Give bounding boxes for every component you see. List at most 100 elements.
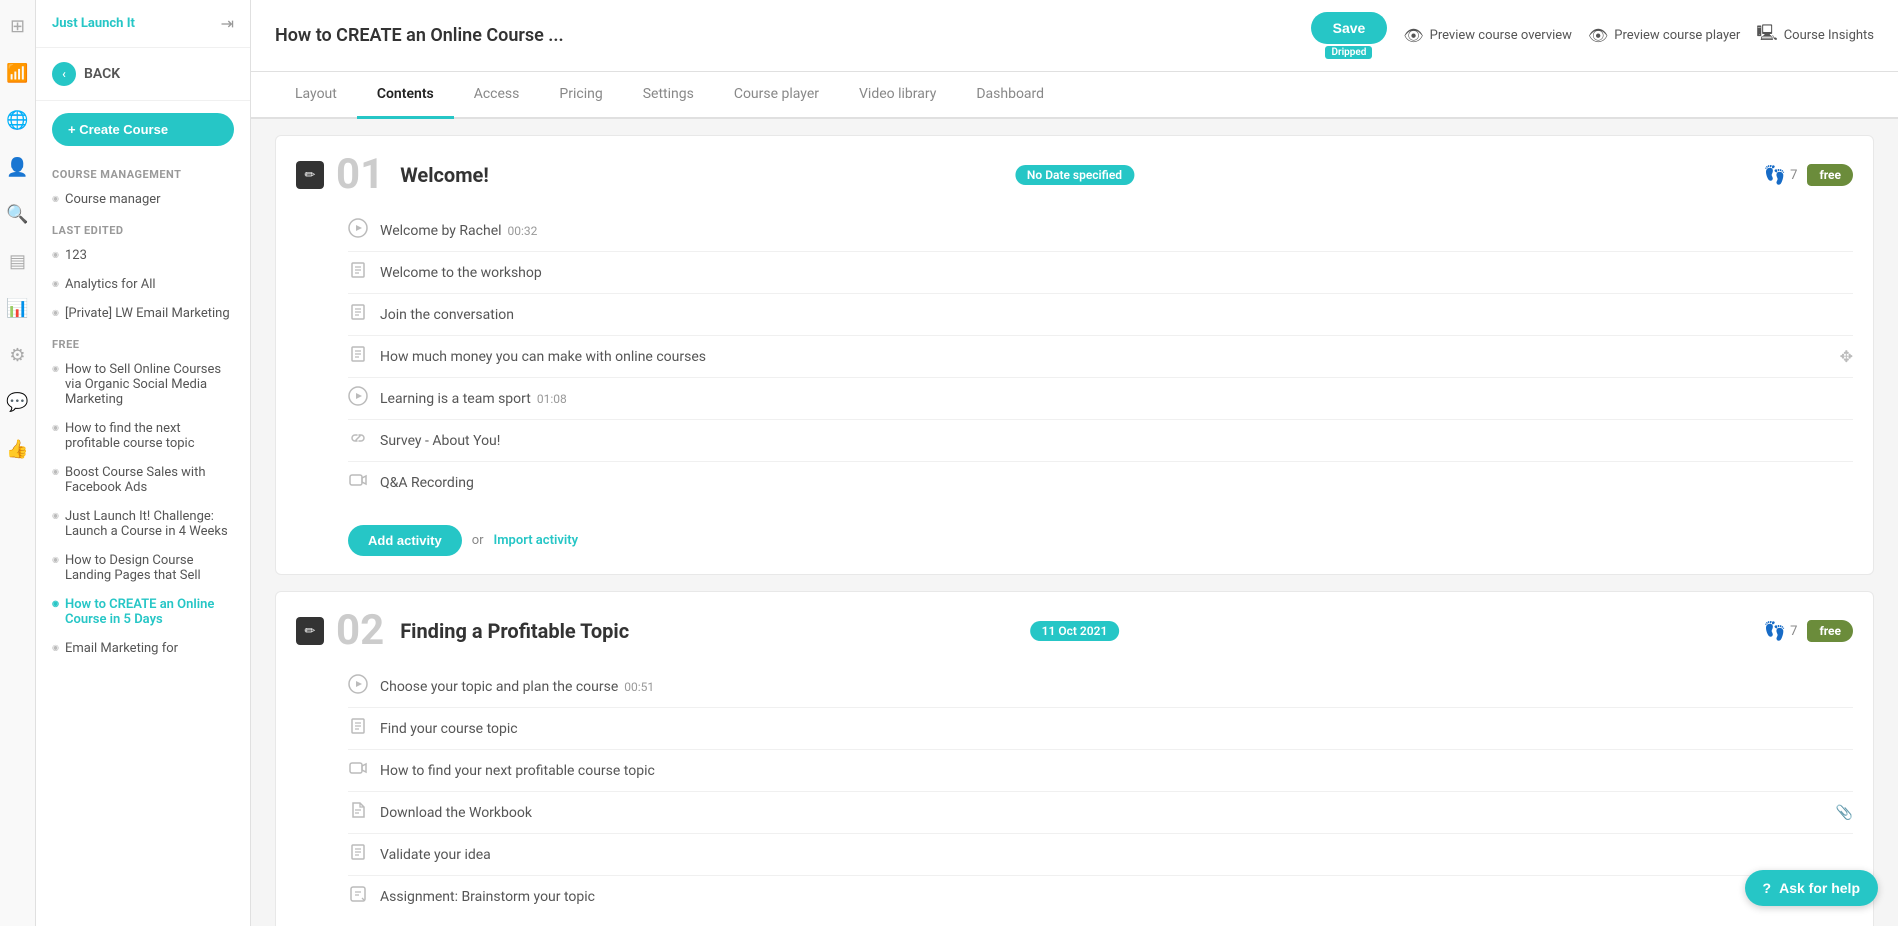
sidebar-item[interactable]: ◉How to find the next profitable course … <box>36 414 250 458</box>
activity-text: Download the Workbook <box>380 805 1824 821</box>
sidebar-bullet: ◉ <box>52 250 59 259</box>
preview-overview-label: Preview course overview <box>1430 28 1572 43</box>
sidebar-sections: COURSE MANAGEMENT◉Course managerLAST EDI… <box>36 158 250 663</box>
thumbsup-icon[interactable]: 👍 <box>2 435 32 464</box>
ask-help-button[interactable]: ? Ask for help <box>1745 870 1878 906</box>
sidebar-item[interactable]: ◉How to CREATE an Online Course in 5 Day… <box>36 590 250 634</box>
search-icon[interactable]: 🔍 <box>2 200 32 229</box>
sidebar-item-text: Analytics for All <box>65 277 156 292</box>
tab-layout[interactable]: Layout <box>275 72 357 119</box>
sidebar-logo-area: Just Launch It ⇥ <box>36 0 250 48</box>
tabs-bar: LayoutContentsAccessPricingSettingsCours… <box>251 72 1898 119</box>
course-section: ✏ 02 Finding a Profitable Topic 11 Oct 2… <box>275 591 1874 926</box>
section-number: 01 <box>336 154 384 196</box>
activity-item[interactable]: Learning is a team sport01:08 <box>348 378 1853 420</box>
insights-icon: 🖳 <box>1756 22 1777 49</box>
section-number: 02 <box>336 610 384 652</box>
tab-pricing[interactable]: Pricing <box>539 72 622 119</box>
sidebar-bullet: ◉ <box>52 308 59 317</box>
activity-item[interactable]: Q&A Recording <box>348 462 1853 503</box>
tab-access[interactable]: Access <box>454 72 540 119</box>
sidebar-section-label: COURSE MANAGEMENT <box>36 158 250 185</box>
sidebar-section-label: FREE <box>36 328 250 355</box>
activity-item[interactable]: Welcome to the workshop <box>348 252 1853 294</box>
tab-contents[interactable]: Contents <box>357 72 454 119</box>
activity-type-icon <box>348 428 368 453</box>
activity-type-icon <box>348 716 368 741</box>
activity-text: Learning is a team sport01:08 <box>380 391 1853 407</box>
activity-type-icon <box>348 758 368 783</box>
tab-video-library[interactable]: Video library <box>839 72 956 119</box>
activity-type-icon <box>348 302 368 327</box>
drag-handle[interactable]: ✥ <box>1840 347 1853 366</box>
tab-settings[interactable]: Settings <box>623 72 714 119</box>
dripped-badge: Dripped <box>1325 46 1372 59</box>
section-edit-icon[interactable]: ✏ <box>296 617 324 645</box>
activity-item[interactable]: Assignment: Brainstorm your topic 1 ques… <box>348 876 1853 917</box>
save-button-wrap: Save Dripped <box>1311 12 1388 59</box>
block-icon[interactable]: ▤ <box>5 247 30 276</box>
wifi-icon[interactable]: 📶 <box>2 59 32 88</box>
footsteps-count: 7 <box>1790 624 1797 639</box>
globe-icon[interactable]: 🌐 <box>2 106 32 135</box>
back-button[interactable]: ‹ BACK <box>36 48 250 101</box>
gear-icon[interactable]: ⚙ <box>5 341 29 370</box>
layout-icon[interactable]: ⊞ <box>6 12 29 41</box>
page-title: How to CREATE an Online Course ... <box>275 25 564 46</box>
preview-player-action[interactable]: 👁 Preview course player <box>1588 26 1740 45</box>
user-icon[interactable]: 👤 <box>2 153 32 182</box>
activity-item[interactable]: How to find your next profitable course … <box>348 750 1853 792</box>
sidebar-item[interactable]: ◉ How to Sell Online Courses via Organic … <box>36 355 250 414</box>
activity-text: Validate your idea <box>380 847 1853 863</box>
activity-item[interactable]: Download the Workbook 📎 <box>348 792 1853 834</box>
create-course-button[interactable]: + Create Course <box>52 113 234 146</box>
footsteps-badge: 👣 7 <box>1764 165 1798 186</box>
section-edit-icon[interactable]: ✏ <box>296 161 324 189</box>
activity-item[interactable]: Survey - About You! <box>348 420 1853 462</box>
sidebar-item[interactable]: ◉Boost Course Sales with Facebook Ads <box>36 458 250 502</box>
sidebar-item[interactable]: ◉ Analytics for All <box>36 270 250 299</box>
save-button[interactable]: Save <box>1311 12 1388 44</box>
sidebar-item[interactable]: ◉Course manager <box>36 185 250 214</box>
preview-overview-action[interactable]: 👁 Preview course overview <box>1403 26 1572 45</box>
activity-item[interactable]: Find your course topic <box>348 708 1853 750</box>
sidebar-bullet: ◉ <box>52 364 59 373</box>
activity-text: Survey - About You! <box>380 433 1853 449</box>
import-activity-link[interactable]: Import activity <box>494 533 579 548</box>
sidebar: Just Launch It ⇥ ‹ BACK + Create Course … <box>36 0 251 926</box>
sidebar-item-text: 123 <box>65 248 87 263</box>
free-badge: free <box>1807 164 1853 186</box>
add-activity-button[interactable]: Add activity <box>348 525 462 556</box>
tab-dashboard[interactable]: Dashboard <box>956 72 1064 119</box>
sidebar-item-text: How to Sell Online Courses via Organic S… <box>65 362 234 407</box>
sidebar-item[interactable]: ◉Just Launch It! Challenge: Launch a Cou… <box>36 502 250 546</box>
tab-course-player[interactable]: Course player <box>714 72 839 119</box>
activity-item[interactable]: Choose your topic and plan the course00:… <box>348 666 1853 708</box>
activity-item[interactable]: Welcome by Rachel00:32 <box>348 210 1853 252</box>
sidebar-item[interactable]: ◉[Private] LW Email Marketing <box>36 299 250 328</box>
activity-type-icon <box>348 260 368 285</box>
sidebar-item[interactable]: ◉ How to Design Course Landing Pages that… <box>36 546 250 590</box>
course-insights-action[interactable]: 🖳 Course Insights <box>1756 22 1874 49</box>
chart-icon[interactable]: 📊 <box>2 294 32 323</box>
sidebar-item-text: How to Design Course Landing Pages that … <box>65 553 234 583</box>
activity-item[interactable]: Join the conversation <box>348 294 1853 336</box>
sidebar-item-text: How to find the next profitable course t… <box>65 421 234 451</box>
footsteps-badge: 👣 7 <box>1764 621 1798 642</box>
footsteps-icon: 👣 <box>1764 165 1786 186</box>
activity-duration: 00:32 <box>508 224 538 238</box>
section-header: ✏ 01 Welcome! No Date specified 👣 7 free <box>276 136 1873 206</box>
player-icon: 👁 <box>1588 26 1608 45</box>
sidebar-item[interactable]: ◉Email Marketing for <box>36 634 250 663</box>
export-icon[interactable]: ⇥ <box>221 14 234 33</box>
sidebar-item[interactable]: ◉ 123 <box>36 241 250 270</box>
messages-icon[interactable]: 💬 <box>2 388 32 417</box>
main-area: How to CREATE an Online Course ... Save … <box>251 0 1898 926</box>
activity-item[interactable]: Validate your idea <box>348 834 1853 876</box>
eye-icon: 👁 <box>1403 26 1423 45</box>
sidebar-bullet: ◉ <box>52 279 59 288</box>
sidebar-bullet: ◉ <box>52 555 59 564</box>
activity-list: Welcome by Rachel00:32 Welcome to the wo… <box>276 206 1873 511</box>
activity-duration: 01:08 <box>537 392 567 406</box>
activity-item[interactable]: How much money you can make with online … <box>348 336 1853 378</box>
